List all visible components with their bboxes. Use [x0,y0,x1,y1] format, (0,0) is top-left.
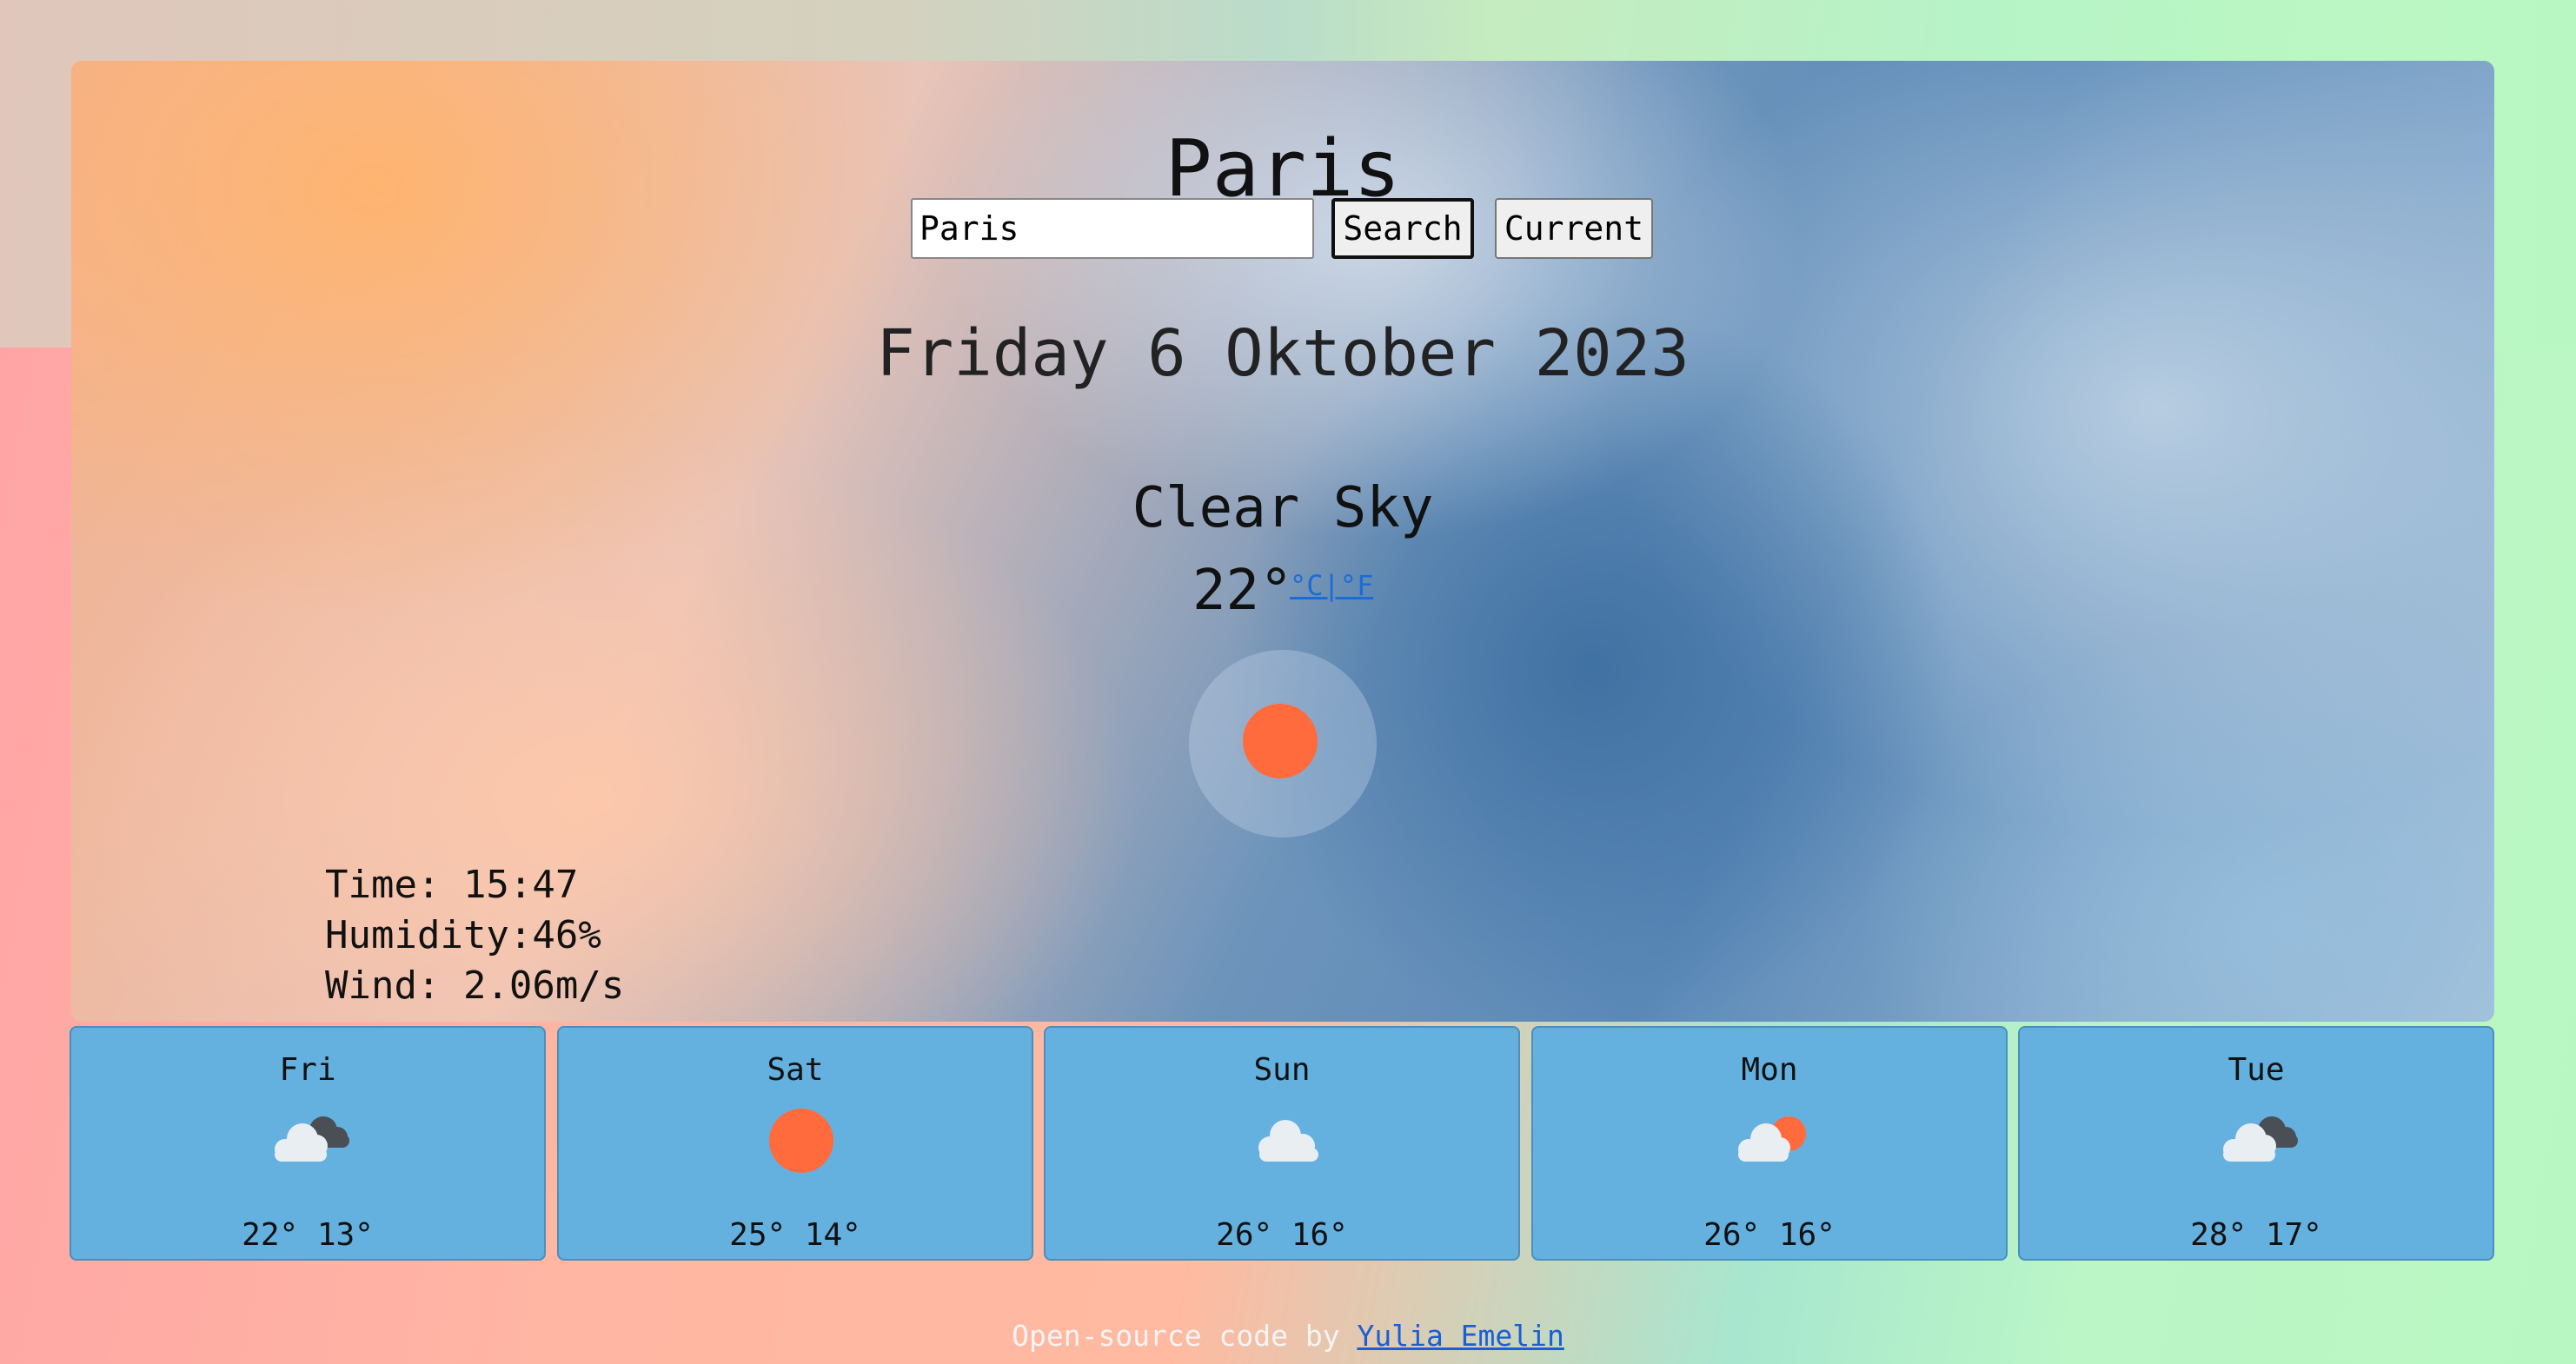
clear-sun-icon [769,1109,833,1173]
celsius-link[interactable]: °C [1290,569,1324,602]
search-button[interactable]: Search [1331,198,1474,259]
unit-toggle: °C|°F [1290,572,1373,599]
weather-details: Time: 15:47 Humidity:46% Wind: 2.06m/s [325,860,624,1011]
forecast-day: Mon [1741,1052,1798,1088]
forecast-card: Fri 22° 13° [70,1026,546,1261]
cloud-icon [1258,1120,1318,1162]
current-temperature: 22° [1192,559,1293,623]
city-search-input[interactable] [911,198,1314,259]
footer-text: Open-source code by [1012,1319,1358,1353]
unit-separator: | [1323,569,1340,602]
weather-description: Clear Sky [1132,476,1434,540]
broken-clouds-icon [275,1116,349,1162]
author-link[interactable]: Yulia Emelin [1357,1319,1564,1353]
forecast-temps: 25° 14° [729,1217,861,1253]
current-location-button[interactable]: Current [1495,198,1653,259]
forecast-card: Sat 25° 14° [557,1026,1033,1261]
fahrenheit-link[interactable]: °F [1340,569,1374,602]
forecast-day: Tue [2227,1052,2285,1088]
search-form: Search Current [71,198,2494,261]
forecast-temps: 22° 13° [242,1217,374,1253]
local-time: Time: 15:47 [325,863,579,907]
forecast-temps: 28° 17° [2190,1217,2322,1253]
forecast-card: Tue 28° 17° [2018,1026,2494,1261]
forecast-card: Sun 26° 16° [1044,1026,1520,1261]
current-date: Friday 6 Oktober 2023 [876,316,1690,391]
forecast-day: Fri [279,1052,336,1088]
footer: Open-source code by Yulia Emelin [0,1319,2576,1353]
forecast-temps: 26° 16° [1703,1217,1836,1253]
city-title: Paris [1165,123,1401,215]
wind-speed: Wind: 2.06m/s [325,963,625,1008]
few-clouds-sun-icon [1738,1116,1806,1162]
sun-disc [1243,704,1318,778]
forecast-temps: 26° 16° [1216,1217,1348,1253]
forecast-day: Sat [767,1052,824,1088]
forecast-day: Sun [1253,1052,1311,1088]
forecast-card: Mon 26° 16° [1531,1026,2008,1261]
broken-clouds-icon [2223,1116,2298,1162]
clear-sun-icon [1189,650,1377,838]
weather-panel: Paris Search Current Friday 6 Oktober 20… [71,61,2494,1022]
humidity: Humidity:46% [325,913,601,957]
